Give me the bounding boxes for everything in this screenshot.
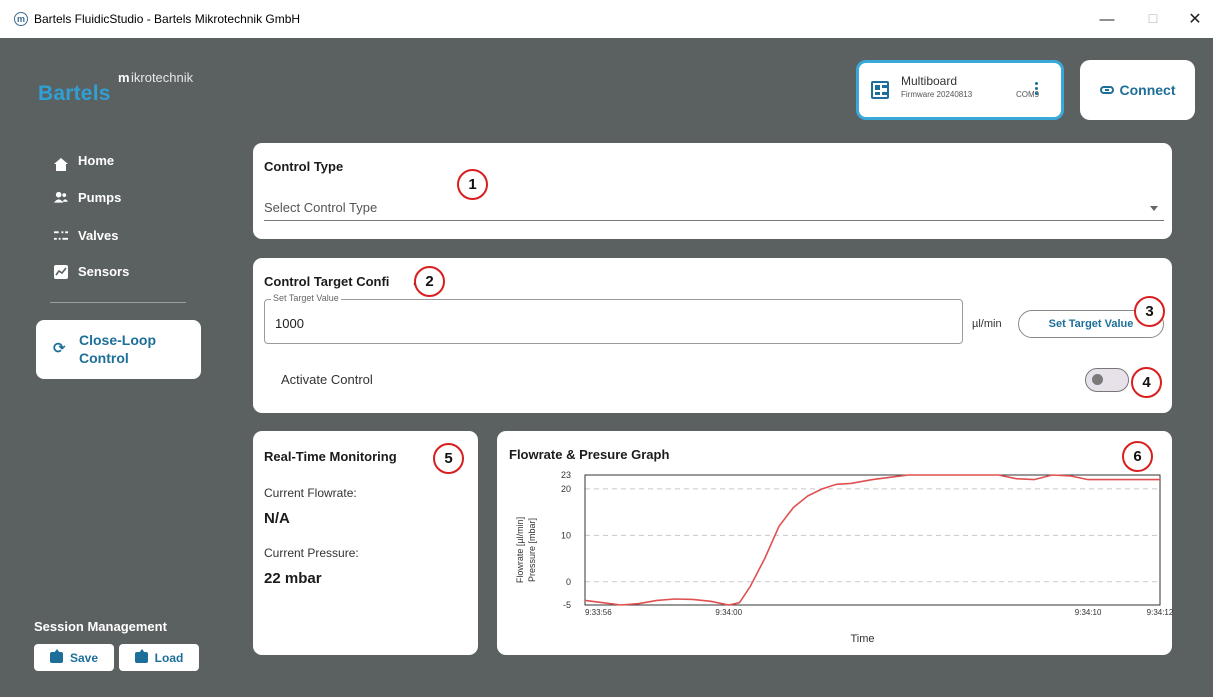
- activate-control-label: Activate Control: [281, 372, 373, 387]
- control-type-card: [253, 143, 1172, 239]
- x-tick-label: 9:34:00: [715, 608, 742, 617]
- plot-frame: [584, 474, 1161, 606]
- annotation-marker-1: 1: [457, 169, 488, 200]
- y-tick-label: 20: [561, 484, 571, 494]
- y-tick-label: 23: [561, 470, 571, 480]
- annotation-marker-4: 4: [1131, 367, 1162, 398]
- x-tick-label: 9:34:12: [1147, 608, 1174, 617]
- x-tick-label: 9:33:56: [585, 608, 612, 617]
- more-options-icon[interactable]: [1029, 77, 1043, 99]
- y-axis-label: Flowrate [µl/min]: [515, 517, 525, 583]
- flowrate-pressure-chart: -5 0 10 20 23 9:33:56 9:34:00 9:34:10 9:34:12 Tim…: [515, 470, 1174, 645]
- device-firmware: Firmware 20240813: [901, 90, 973, 99]
- connect-button[interactable]: Connect: [1080, 60, 1195, 120]
- sidebar-item-label: Home: [78, 153, 115, 168]
- connect-label: Connect: [1119, 82, 1176, 98]
- control-type-select[interactable]: Select Control Type: [264, 196, 1164, 221]
- y-tick-label: -5: [563, 600, 571, 610]
- title-bar: m Bartels FluidicStudio - Bartels Mikrot…: [0, 0, 1213, 38]
- sensors-icon: [54, 264, 68, 279]
- link-icon: [1099, 86, 1114, 94]
- sidebar-item-label: Valves: [78, 228, 119, 243]
- flowrate-value: N/A: [264, 510, 290, 527]
- valves-icon: [54, 229, 68, 243]
- sidebar-item-sensors[interactable]: Sensors: [54, 264, 129, 279]
- device-name: Multiboard: [901, 74, 958, 88]
- control-target-title-start: Control Target Confi: [264, 274, 390, 289]
- annotation-marker-6: 6: [1122, 441, 1153, 472]
- pressure-label: Current Pressure:: [264, 546, 359, 560]
- sidebar-divider: [50, 302, 186, 303]
- target-value-input[interactable]: Set Target Value 1000: [264, 293, 963, 344]
- sidebar-item-close-loop-control[interactable]: ⟳ Close-Loop Control: [36, 320, 201, 379]
- annotation-marker-2: 2: [414, 266, 445, 297]
- control-type-placeholder: Select Control Type: [264, 200, 378, 215]
- download-icon: [134, 649, 148, 663]
- sidebar-item-label: Close-Loop Control: [79, 332, 156, 366]
- home-icon: [54, 154, 68, 171]
- chevron-down-icon: [1150, 206, 1158, 211]
- window-title: Bartels FluidicStudio - Bartels Mikrotec…: [34, 12, 301, 26]
- graph-title: Flowrate & Presure Graph: [509, 447, 670, 462]
- flowrate-label: Current Flowrate:: [264, 486, 357, 500]
- close-button[interactable]: ✕: [1172, 0, 1213, 38]
- logo-brand: Bartels: [38, 82, 111, 105]
- x-tick-label: 9:34:10: [1075, 608, 1102, 617]
- y-tick-label: 0: [566, 577, 571, 587]
- flowrate-pressure-series: [584, 474, 1160, 606]
- app-icon: m: [14, 12, 28, 26]
- logo-wordmark: ikrotechnik: [131, 70, 194, 85]
- save-label: Save: [69, 650, 99, 665]
- maximize-button[interactable]: ☐: [1130, 0, 1176, 38]
- activate-control-toggle[interactable]: [1085, 368, 1129, 392]
- y-tick-label: 10: [561, 530, 571, 540]
- device-card[interactable]: Multiboard Firmware 20240813 COM9: [856, 60, 1064, 120]
- toggle-knob: [1092, 374, 1103, 385]
- pumps-icon: [54, 191, 68, 205]
- minimize-button[interactable]: —: [1084, 0, 1130, 38]
- target-value-text: 1000: [275, 316, 304, 331]
- y-axis-label: Pressure [mbar]: [527, 518, 537, 582]
- x-axis-label: Time: [850, 633, 874, 645]
- upload-icon: [49, 649, 63, 663]
- logo-m: m: [118, 70, 130, 85]
- load-button[interactable]: Load: [119, 644, 199, 671]
- annotation-marker-5: 5: [433, 443, 464, 474]
- save-button[interactable]: Save: [34, 644, 114, 671]
- sidebar-item-label: Pumps: [78, 190, 122, 205]
- sidebar-item-pumps[interactable]: Pumps: [54, 190, 121, 205]
- session-management-title: Session Management: [34, 619, 167, 634]
- annotation-marker-3: 3: [1134, 296, 1165, 327]
- sidebar-item-home[interactable]: Home: [54, 153, 115, 171]
- target-unit: µl/min: [972, 318, 1002, 330]
- sidebar-item-valves[interactable]: Valves: [54, 228, 119, 243]
- loop-icon: ⟳: [53, 340, 66, 357]
- monitoring-title: Real-Time Monitoring: [264, 449, 397, 464]
- target-value-legend: Set Target Value: [271, 293, 341, 303]
- sidebar-item-label: Sensors: [78, 264, 130, 279]
- pressure-value: 22 mbar: [264, 570, 322, 587]
- load-label: Load: [154, 650, 184, 665]
- control-type-title: Control Type: [264, 159, 344, 174]
- board-icon: [871, 81, 889, 99]
